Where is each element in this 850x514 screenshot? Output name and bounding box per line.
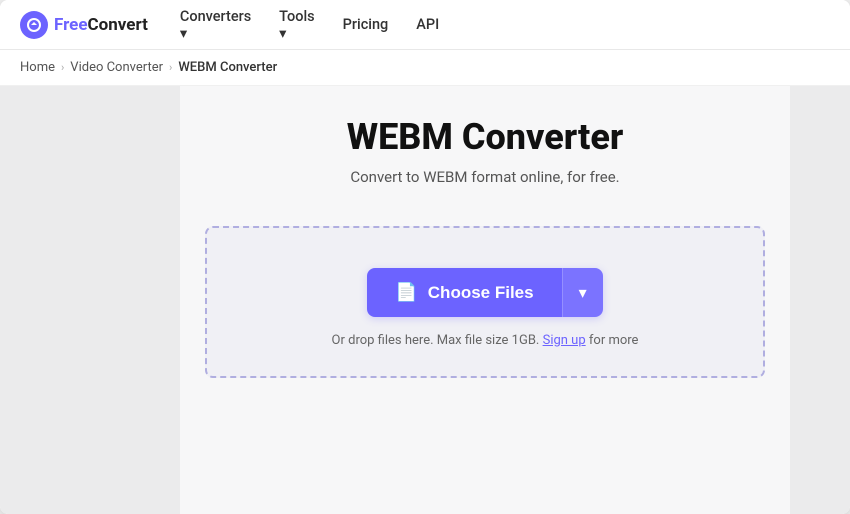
nav-item-api[interactable]: API bbox=[416, 16, 439, 33]
chevron-down-icon: ▾ bbox=[180, 25, 251, 42]
nav-item-pricing[interactable]: Pricing bbox=[343, 16, 389, 33]
breadcrumb-video-converter[interactable]: Video Converter bbox=[70, 60, 163, 75]
navbar: FreeConvert Converters ▾ Tools ▾ Pricing… bbox=[0, 0, 850, 50]
file-upload-icon: 📄 bbox=[395, 282, 417, 303]
breadcrumb-home[interactable]: Home bbox=[20, 60, 55, 75]
main-content: WEBM Converter Convert to WEBM format on… bbox=[0, 86, 850, 514]
breadcrumb-separator: › bbox=[61, 61, 64, 74]
chevron-down-icon: ▾ bbox=[579, 283, 587, 303]
sidebar-right bbox=[790, 86, 850, 514]
breadcrumb-current: WEBM Converter bbox=[178, 60, 277, 75]
page-subtitle: Convert to WEBM format online, for free. bbox=[350, 168, 619, 186]
page-title: WEBM Converter bbox=[347, 116, 624, 158]
logo[interactable]: FreeConvert bbox=[20, 11, 148, 39]
signup-link[interactable]: Sign up bbox=[543, 333, 586, 348]
logo-text: FreeConvert bbox=[54, 15, 148, 35]
nav-item-converters[interactable]: Converters ▾ bbox=[180, 8, 251, 42]
chevron-down-icon: ▾ bbox=[279, 25, 314, 42]
nav-item-tools[interactable]: Tools ▾ bbox=[279, 8, 314, 42]
logo-icon bbox=[20, 11, 48, 39]
sidebar-left bbox=[0, 86, 180, 514]
drop-zone: 📄 Choose Files ▾ Or drop files here. Max… bbox=[205, 226, 765, 378]
choose-files-dropdown-button[interactable]: ▾ bbox=[562, 268, 603, 317]
nav-links: Converters ▾ Tools ▾ Pricing API bbox=[180, 8, 439, 42]
drop-hint: Or drop files here. Max file size 1GB. S… bbox=[332, 333, 639, 348]
breadcrumb-separator: › bbox=[169, 61, 172, 74]
choose-files-button[interactable]: 📄 Choose Files bbox=[367, 268, 561, 317]
choose-files-group: 📄 Choose Files ▾ bbox=[367, 268, 602, 317]
content-area: WEBM Converter Convert to WEBM format on… bbox=[180, 86, 790, 514]
breadcrumb: Home › Video Converter › WEBM Converter bbox=[0, 50, 850, 86]
